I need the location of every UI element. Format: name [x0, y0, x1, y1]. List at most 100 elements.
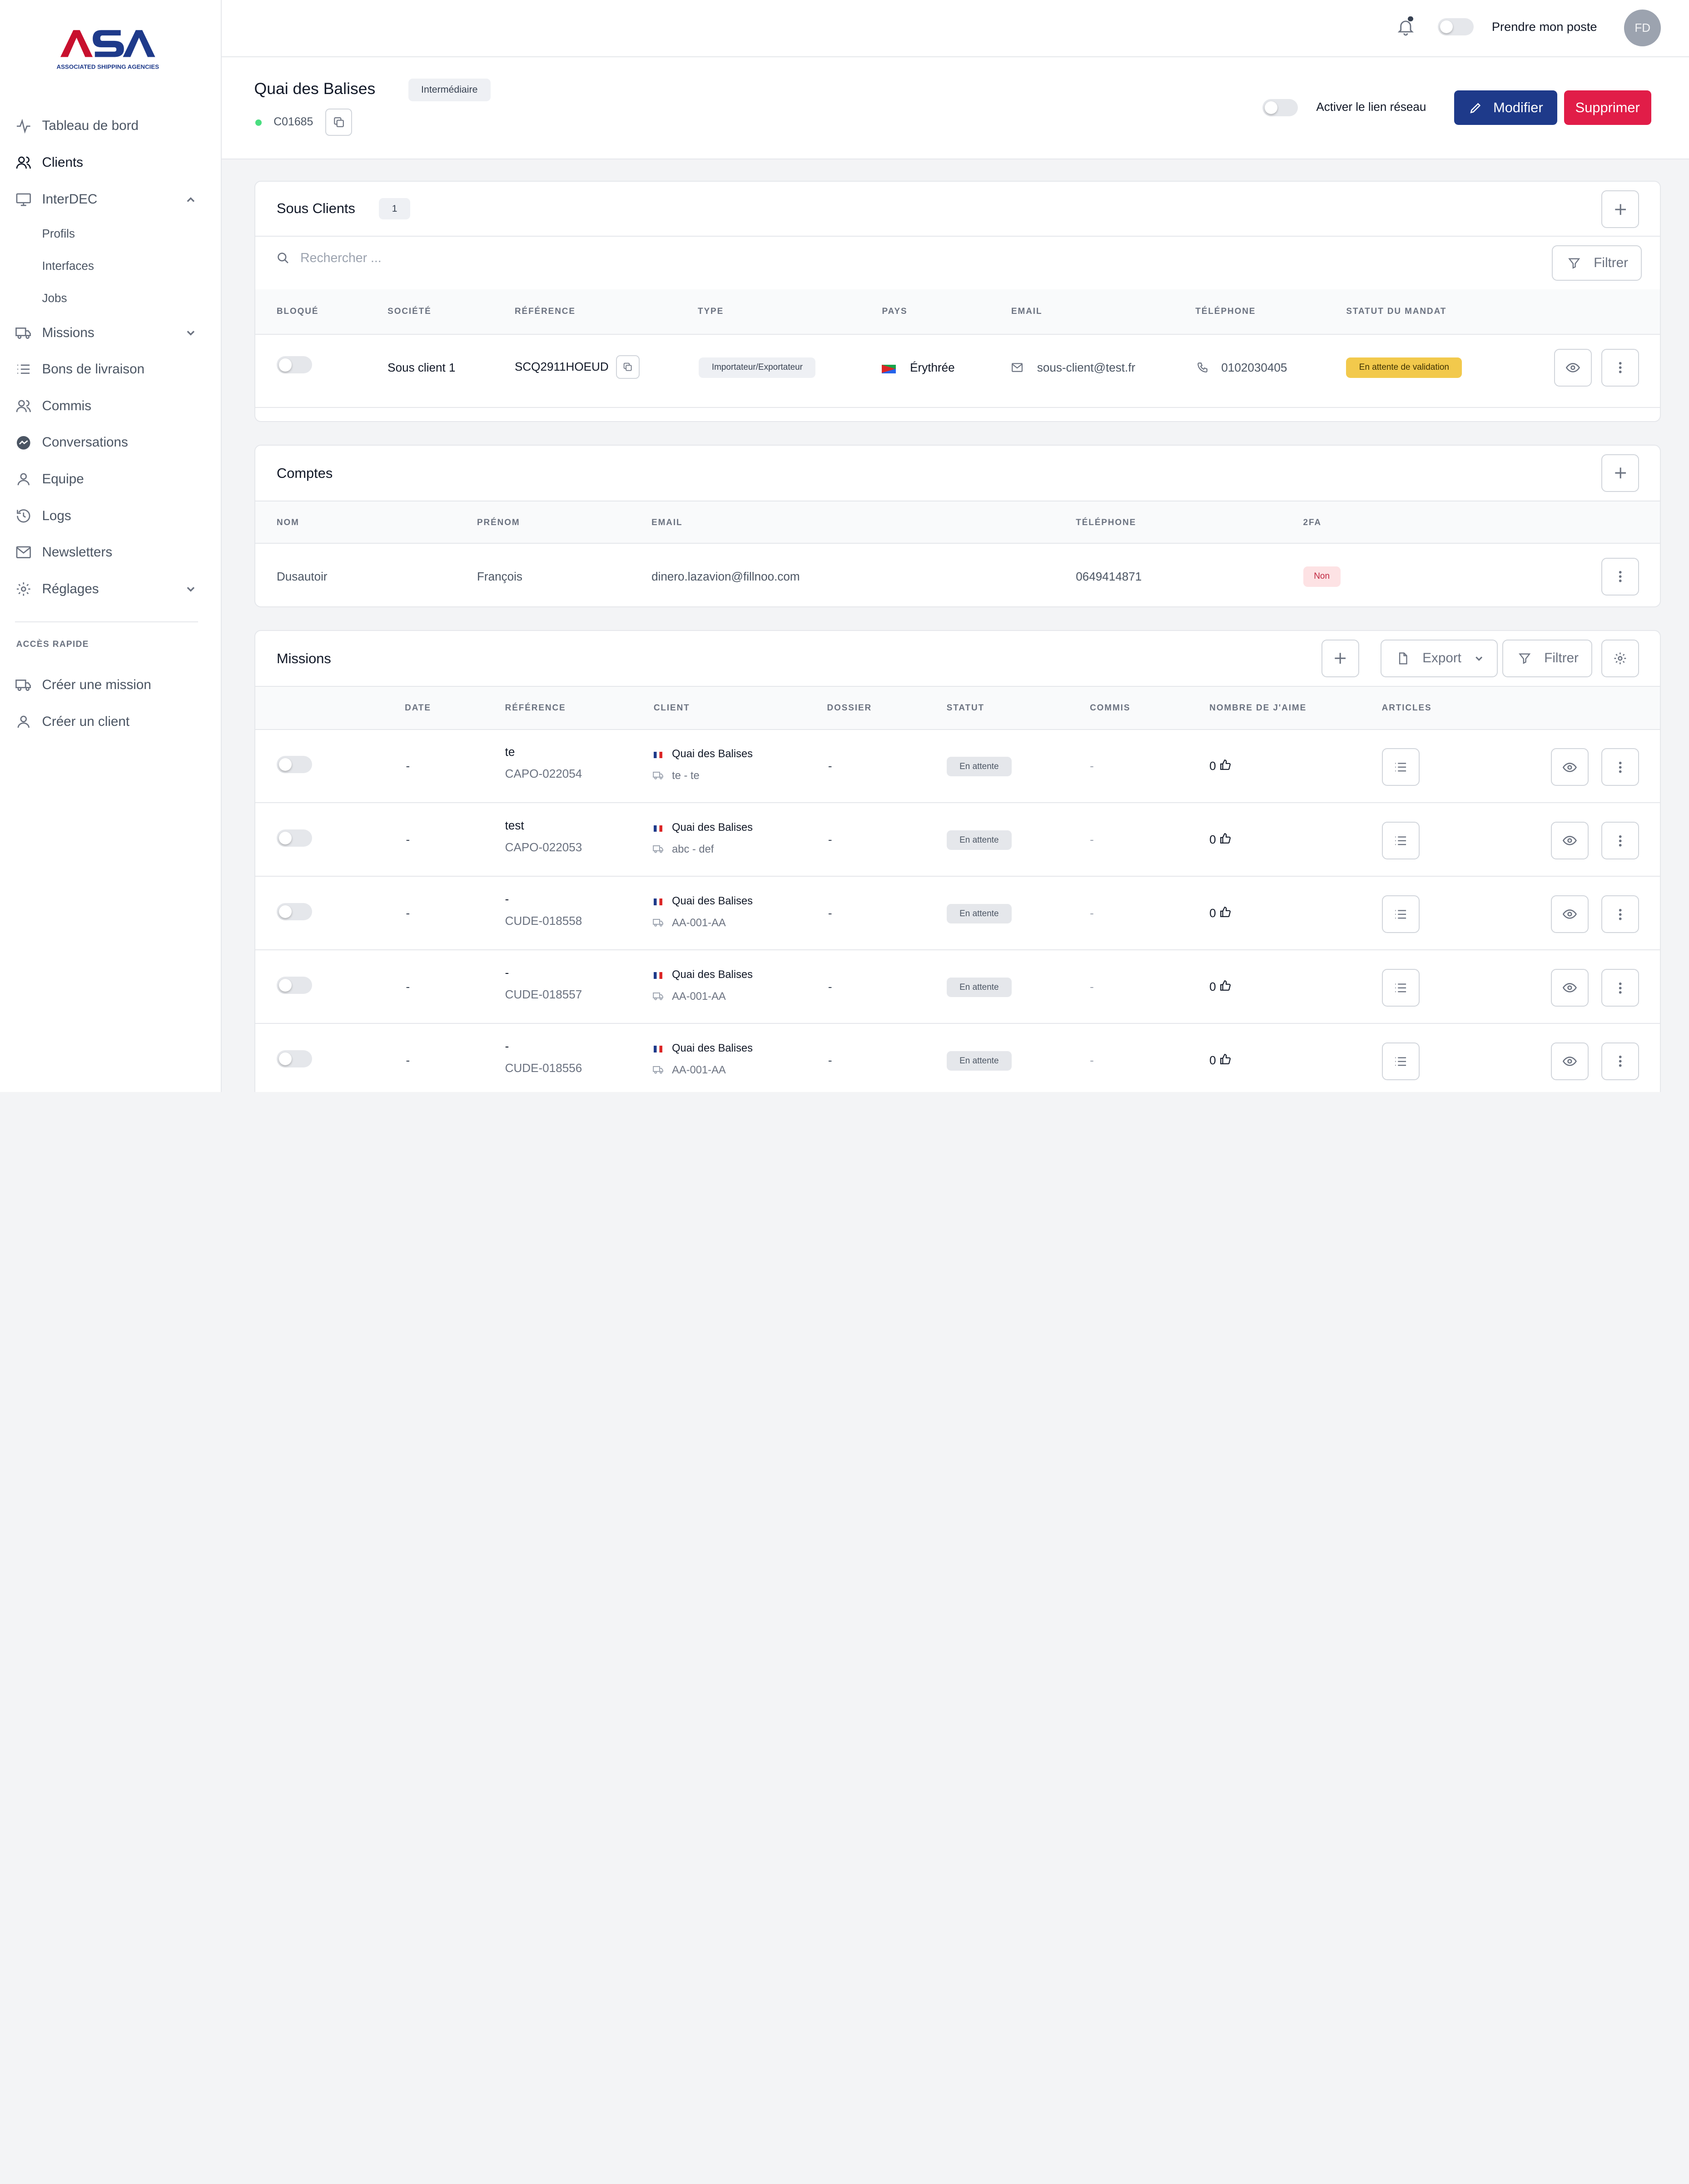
- blocked-toggle[interactable]: [276, 356, 313, 374]
- avatar[interactable]: FD: [1624, 10, 1661, 46]
- articles-button[interactable]: [1381, 822, 1420, 860]
- commis-cell: -: [1090, 759, 1094, 773]
- add-mission-button[interactable]: [1321, 639, 1359, 677]
- row-toggle[interactable]: [276, 903, 313, 920]
- thumbs-up-icon[interactable]: [1219, 759, 1231, 771]
- thumbs-up-icon[interactable]: [1219, 1053, 1231, 1065]
- nav-missions[interactable]: Missions: [15, 314, 209, 351]
- search-input[interactable]: Rechercher ...: [277, 251, 382, 266]
- view-button[interactable]: [1554, 348, 1592, 387]
- client-cell[interactable]: Quai des Balises: [672, 1042, 753, 1055]
- filter-button[interactable]: Filtrer: [1502, 639, 1593, 677]
- chevron-down-icon: [1474, 654, 1484, 663]
- network-link-label: Activer le lien réseau: [1316, 100, 1426, 114]
- client-cell[interactable]: Quai des Balises: [672, 822, 753, 834]
- nav-clients[interactable]: Clients: [15, 144, 209, 181]
- row-toggle[interactable]: [276, 829, 313, 847]
- more-actions-button[interactable]: [1601, 822, 1639, 860]
- client-cell[interactable]: Quai des Balises: [672, 969, 753, 981]
- quick-create-mission[interactable]: Créer une mission: [15, 667, 209, 704]
- nav-interdec[interactable]: InterDEC: [15, 181, 209, 218]
- more-actions-button[interactable]: [1601, 557, 1639, 596]
- vehicle-cell: te - te: [672, 769, 700, 782]
- more-actions-button[interactable]: [1601, 748, 1639, 786]
- more-actions-button[interactable]: [1601, 895, 1639, 933]
- eye-icon: [1566, 361, 1580, 375]
- view-button[interactable]: [1550, 969, 1589, 1007]
- list-icon: [15, 361, 32, 378]
- more-actions-button[interactable]: [1601, 969, 1639, 1007]
- table-row: - - CUDE-018557 Quai des Balises AA-001-…: [255, 951, 1660, 1024]
- nav-sub-jobs[interactable]: Jobs: [15, 282, 209, 314]
- quick-create-client[interactable]: Créer un client: [15, 703, 209, 740]
- column-header: CLIENT: [653, 703, 690, 713]
- page-title: Quai des Balises: [254, 79, 376, 98]
- view-button[interactable]: [1550, 822, 1589, 860]
- copy-reference-button[interactable]: [616, 355, 640, 379]
- asa-logo[interactable]: ASSOCIATED SHIPPING AGENCIES: [52, 24, 164, 73]
- reference-code[interactable]: CUDE-018557: [505, 988, 582, 1002]
- shift-toggle[interactable]: [1438, 18, 1474, 36]
- client-cell[interactable]: Quai des Balises: [672, 748, 753, 760]
- thumbs-up-icon[interactable]: [1219, 906, 1231, 918]
- column-header: TÉLÉPHONE: [1195, 307, 1256, 317]
- mail-icon: [15, 544, 32, 561]
- articles-button[interactable]: [1381, 748, 1420, 786]
- chevron-down-icon[interactable]: [185, 584, 196, 595]
- column-header: TYPE: [698, 307, 724, 317]
- likes-count: 0: [1209, 759, 1216, 773]
- add-sous-client-button[interactable]: [1601, 190, 1639, 228]
- view-button[interactable]: [1550, 895, 1589, 933]
- export-button[interactable]: Export: [1381, 639, 1498, 677]
- reference-code[interactable]: CUDE-018558: [505, 914, 582, 928]
- copy-code-button[interactable]: [325, 109, 353, 136]
- chevron-down-icon[interactable]: [185, 328, 196, 338]
- nav-commis[interactable]: Commis: [15, 388, 209, 425]
- nav-sub-interfaces[interactable]: Interfaces: [15, 250, 209, 282]
- row-toggle[interactable]: [276, 1050, 313, 1067]
- network-link-toggle[interactable]: [1262, 99, 1298, 117]
- thumbs-up-icon[interactable]: [1219, 833, 1231, 844]
- table-row: - - CUDE-018556 Quai des Balises AA-001-…: [255, 1024, 1660, 1092]
- nav-label: Newsletters: [42, 545, 113, 560]
- edit-button[interactable]: Modifier: [1454, 90, 1558, 125]
- column-header: TÉLÉPHONE: [1076, 517, 1137, 527]
- articles-button[interactable]: [1381, 895, 1420, 933]
- reference-title: -: [505, 1039, 509, 1053]
- reference-code[interactable]: CUDE-018556: [505, 1061, 582, 1075]
- more-vertical-icon: [1618, 1055, 1622, 1067]
- list-icon: [1394, 909, 1407, 920]
- edit-label: Modifier: [1493, 99, 1543, 116]
- nav-logs[interactable]: Logs: [15, 497, 209, 534]
- reference-code[interactable]: CAPO-022053: [505, 840, 582, 854]
- more-actions-button[interactable]: [1601, 1042, 1639, 1081]
- add-compte-button[interactable]: [1601, 454, 1639, 492]
- delete-button[interactable]: Supprimer: [1564, 90, 1651, 125]
- nav-reglages[interactable]: Réglages: [15, 571, 209, 608]
- email-cell[interactable]: sous-client@test.fr: [1037, 361, 1135, 375]
- nav-conversations[interactable]: Conversations: [15, 424, 209, 461]
- row-toggle[interactable]: [276, 976, 313, 994]
- thumbs-up-icon[interactable]: [1219, 980, 1231, 992]
- nav-sub-profils[interactable]: Profils: [15, 218, 209, 250]
- nav-bons-de-livraison[interactable]: Bons de livraison: [15, 351, 209, 388]
- view-button[interactable]: [1550, 1042, 1589, 1081]
- articles-button[interactable]: [1381, 1042, 1420, 1081]
- eye-icon: [1562, 760, 1577, 774]
- nav-newsletters[interactable]: Newsletters: [15, 534, 209, 571]
- more-vertical-icon: [1618, 361, 1622, 374]
- row-toggle[interactable]: [276, 756, 313, 773]
- more-actions-button[interactable]: [1601, 348, 1639, 387]
- reference-title: -: [505, 966, 509, 980]
- gear-icon: [15, 581, 32, 598]
- nav-equipe[interactable]: Equipe: [15, 461, 209, 498]
- settings-button[interactable]: [1601, 639, 1639, 677]
- client-cell[interactable]: Quai des Balises: [672, 895, 753, 908]
- reference-code[interactable]: CAPO-022054: [505, 767, 582, 781]
- telephone-cell[interactable]: 0102030405: [1221, 361, 1287, 375]
- chevron-up-icon[interactable]: [185, 194, 196, 205]
- view-button[interactable]: [1550, 748, 1589, 786]
- nav-tableau-de-bord[interactable]: Tableau de bord: [15, 108, 209, 144]
- filter-button[interactable]: Filtrer: [1552, 245, 1642, 281]
- articles-button[interactable]: [1381, 969, 1420, 1007]
